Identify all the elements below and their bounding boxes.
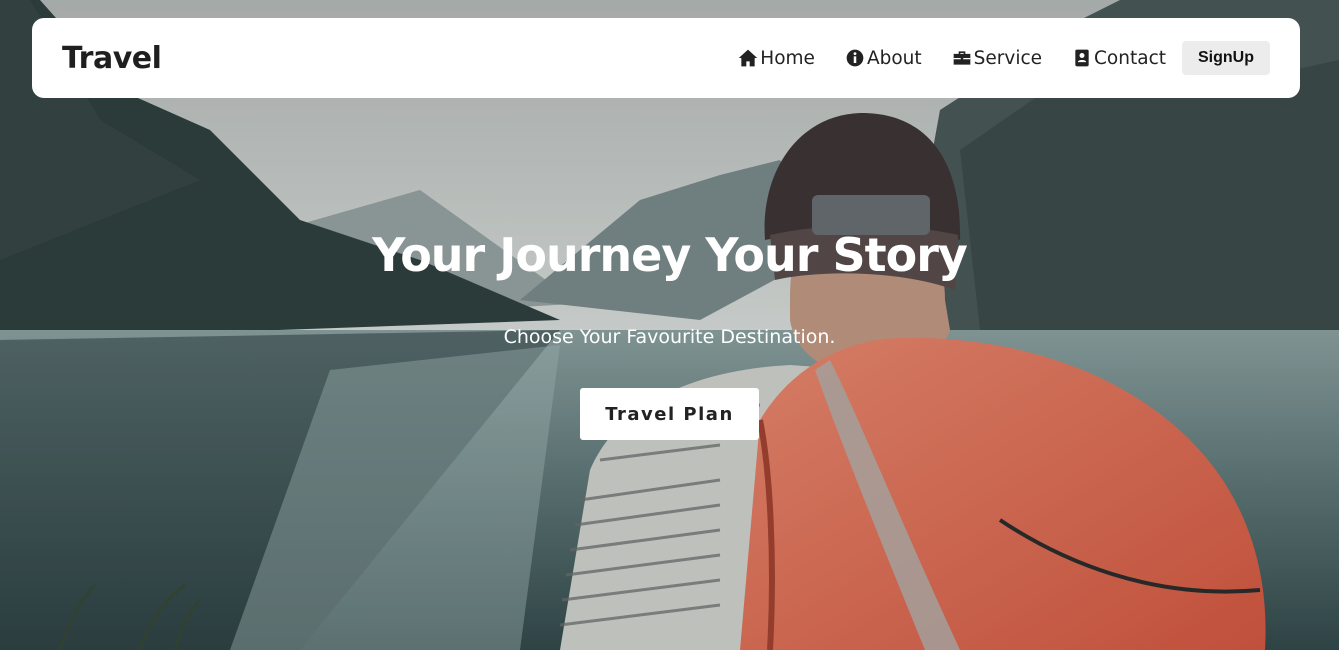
nav-item-label: Service [973,47,1043,69]
nav-item-label: Contact [1094,47,1166,69]
info-circle-icon [846,49,864,67]
nav-item-service[interactable]: Service [952,48,1042,69]
nav-item-label: Home [760,47,815,69]
navbar: Travel Home About Service Contact SignUp [32,18,1300,98]
nav-item-label: About [866,47,922,69]
briefcase-icon [953,51,970,65]
nav-item-home[interactable]: Home [738,48,815,69]
travel-plan-button[interactable]: Travel Plan [580,388,759,440]
nav-item-contact[interactable]: Contact [1072,48,1166,69]
nav-menu: Home About Service Contact SignUp [738,41,1270,75]
nav-item-about[interactable]: About [845,48,922,69]
hero-headline: Your Journey Your Story [372,228,968,282]
signup-button[interactable]: SignUp [1182,41,1270,75]
brand-logo[interactable]: Travel [62,41,162,76]
contact-card-icon [1075,49,1089,67]
hero-subhead: Choose Your Favourite Destination. [503,326,836,348]
home-icon [739,49,758,67]
